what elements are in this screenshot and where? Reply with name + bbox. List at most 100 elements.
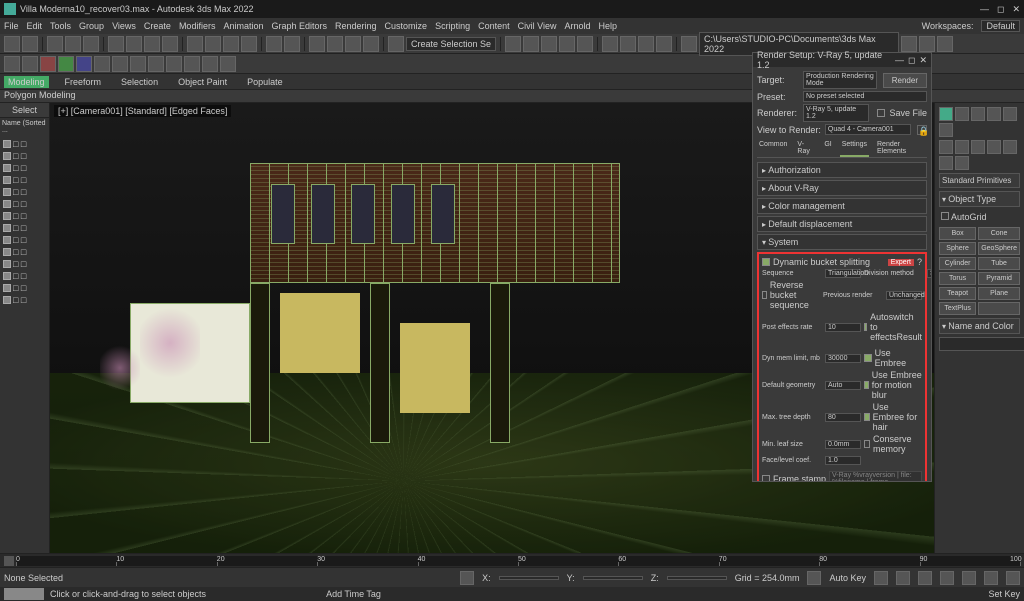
lock-icon[interactable] [460, 571, 474, 585]
autokey-button[interactable] [807, 571, 821, 585]
list-item[interactable]: □ □ [2, 186, 47, 198]
addtime-label[interactable]: Add Time Tag [326, 589, 381, 599]
ribbon-tab-modeling[interactable]: Modeling [4, 76, 49, 88]
timeline[interactable]: 0 10 20 30 40 50 60 70 80 90 100 [0, 553, 1024, 567]
lights-icon[interactable] [971, 140, 985, 154]
list-item[interactable]: □ □ [2, 150, 47, 162]
render-setup-icon[interactable] [620, 36, 636, 52]
redo-icon[interactable] [22, 36, 38, 52]
tool-icon[interactable] [112, 56, 128, 72]
close-icon[interactable]: ✕ [1012, 4, 1020, 15]
refcoord-icon[interactable] [266, 36, 282, 52]
menu-content[interactable]: Content [478, 21, 510, 31]
framestamp-checkbox[interactable] [762, 475, 770, 481]
select-region-icon[interactable] [144, 36, 160, 52]
rollout-displacement[interactable]: ▸ Default displacement [757, 216, 927, 232]
maximize-viewport-icon[interactable] [1006, 571, 1020, 585]
timeline-slider[interactable] [4, 556, 14, 566]
folder-icon[interactable] [901, 36, 917, 52]
display-tab-icon[interactable] [1003, 107, 1017, 121]
embree-checkbox[interactable] [864, 354, 872, 362]
tab-settings[interactable]: Settings [840, 139, 869, 157]
menu-edit[interactable]: Edit [27, 21, 43, 31]
list-item[interactable]: □ □ [2, 222, 47, 234]
dynmem-spinner[interactable]: 30000 [825, 354, 861, 363]
tool-icon[interactable] [4, 56, 20, 72]
material-editor-icon[interactable] [602, 36, 618, 52]
tab-renderelements[interactable]: Render Elements [875, 139, 927, 157]
ribbon-tab-selection[interactable]: Selection [117, 76, 162, 88]
modify-tab-icon[interactable] [955, 107, 969, 121]
namecolor-header[interactable]: ▾ Name and Color [939, 318, 1020, 334]
menu-arnold[interactable]: Arnold [564, 21, 590, 31]
selection-set-icon[interactable] [388, 36, 404, 52]
open-icon[interactable] [937, 36, 953, 52]
tool-icon[interactable] [202, 56, 218, 72]
schematic-icon[interactable] [577, 36, 593, 52]
rollout-colormgmt[interactable]: ▸ Color management [757, 198, 927, 214]
expert-badge[interactable]: Expert [888, 259, 914, 266]
menu-modifiers[interactable]: Modifiers [179, 21, 216, 31]
maxtree-spinner[interactable]: 80 [825, 413, 861, 422]
helpers-icon[interactable] [1003, 140, 1017, 154]
zoom-icon[interactable] [940, 571, 954, 585]
target-dropdown[interactable]: Production Rendering Mode [803, 71, 877, 89]
sequence-dropdown[interactable]: Triangulation [825, 269, 861, 278]
maxscript-thumb[interactable] [4, 588, 44, 600]
menu-file[interactable]: File [4, 21, 19, 31]
maximize-icon[interactable]: ◻ [997, 4, 1004, 15]
tool-icon[interactable] [94, 56, 110, 72]
list-item[interactable]: □ □ [2, 294, 47, 306]
cameras-icon[interactable] [987, 140, 1001, 154]
project-icon[interactable] [681, 36, 697, 52]
rollout-authorization[interactable]: ▸ Authorization [757, 162, 927, 178]
prev-dropdown[interactable]: Unchanged [886, 291, 922, 300]
category-dropdown[interactable]: Standard Primitives [939, 173, 1020, 188]
preset-dropdown[interactable]: No preset selected [803, 91, 927, 102]
list-item[interactable]: □ □ [2, 210, 47, 222]
defgeom-dropdown[interactable]: Auto [825, 381, 861, 390]
geosphere-button[interactable]: GeoSphere [978, 242, 1020, 255]
list-item[interactable]: □ □ [2, 282, 47, 294]
embree-mb-checkbox[interactable] [864, 381, 869, 389]
menu-civilview[interactable]: Civil View [518, 21, 557, 31]
list-item[interactable]: □ □ [2, 174, 47, 186]
list-item[interactable]: □ □ [2, 138, 47, 150]
geometry-icon[interactable] [939, 140, 953, 154]
tool-icon[interactable] [184, 56, 200, 72]
ribbon-tab-objectpaint[interactable]: Object Paint [174, 76, 231, 88]
tube-button[interactable]: Tube [978, 257, 1020, 270]
workspace-dropdown[interactable]: Default [981, 20, 1020, 32]
spacewarps-icon[interactable] [939, 156, 953, 170]
dialog-minimize-icon[interactable]: — [895, 55, 904, 66]
dialog-close-icon[interactable]: ✕ [919, 55, 927, 66]
savefile-checkbox[interactable] [877, 109, 885, 117]
rotate-icon[interactable] [205, 36, 221, 52]
prev-frame-icon[interactable] [896, 571, 910, 585]
list-item[interactable]: □ □ [2, 234, 47, 246]
align-icon[interactable] [523, 36, 539, 52]
move-icon[interactable] [187, 36, 203, 52]
dialog-maximize-icon[interactable]: ◻ [908, 55, 915, 66]
sphere-button[interactable]: Sphere [939, 242, 976, 255]
reverse-checkbox[interactable] [762, 291, 767, 299]
plane-button[interactable]: Plane [978, 287, 1020, 300]
shapes-icon[interactable] [955, 140, 969, 154]
menu-group[interactable]: Group [79, 21, 104, 31]
create-tab-icon[interactable] [939, 107, 953, 121]
menu-animation[interactable]: Animation [223, 21, 263, 31]
renderer-dropdown[interactable]: V-Ray 5, update 1.2 [803, 104, 869, 122]
pyramid-button[interactable]: Pyramid [978, 272, 1020, 285]
percent-snap-icon[interactable] [345, 36, 361, 52]
list-header[interactable]: Name (Sorted ... [0, 118, 49, 136]
utilities-tab-icon[interactable] [939, 123, 953, 137]
menu-tools[interactable]: Tools [50, 21, 71, 31]
ribbon-tab-populate[interactable]: Populate [243, 76, 287, 88]
menu-customize[interactable]: Customize [385, 21, 428, 31]
next-frame-icon[interactable] [918, 571, 932, 585]
minimize-icon[interactable]: — [980, 4, 989, 15]
minleaf-spinner[interactable]: 0.0mm [825, 440, 861, 449]
list-item[interactable]: □ □ [2, 258, 47, 270]
motion-tab-icon[interactable] [987, 107, 1001, 121]
tool-icon[interactable] [148, 56, 164, 72]
